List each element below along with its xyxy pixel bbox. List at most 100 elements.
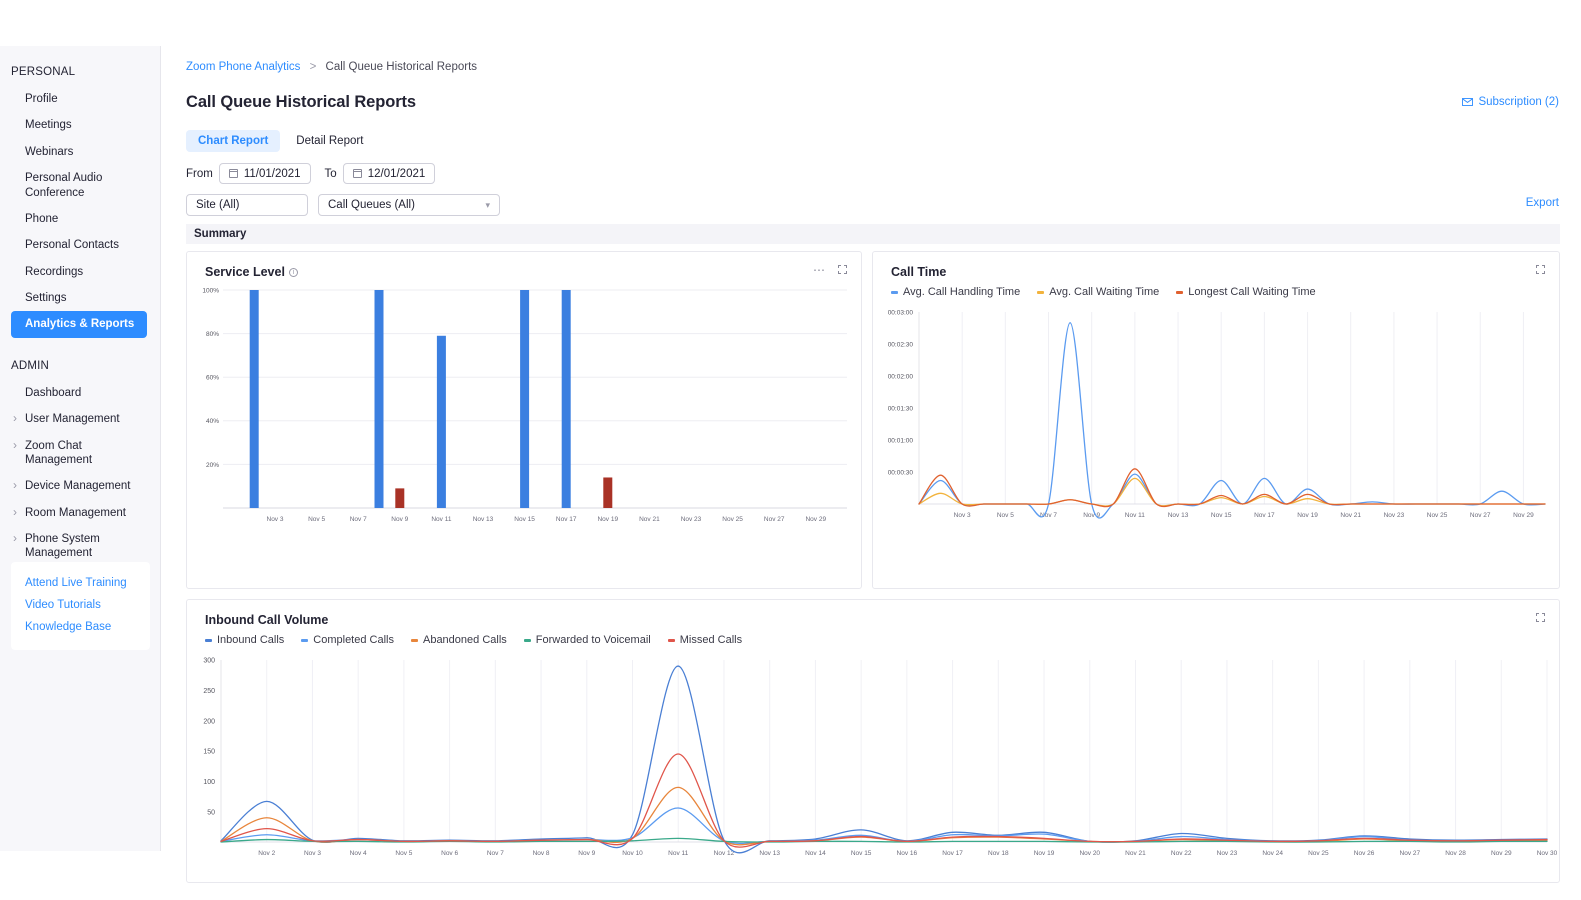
subscription-link[interactable]: Subscription (2): [1462, 96, 1559, 108]
more-icon[interactable]: ⋯: [813, 266, 826, 274]
breadcrumb-root-link[interactable]: Zoom Phone Analytics: [186, 61, 300, 73]
sidebar-item-webinars[interactable]: Webinars: [0, 139, 160, 165]
svg-text:Nov 19: Nov 19: [597, 516, 618, 523]
svg-text:Nov 29: Nov 29: [805, 516, 826, 523]
legend-item-completed-calls[interactable]: Completed Calls: [301, 634, 394, 646]
inbound-title: Inbound Call Volume: [205, 613, 328, 627]
legend-label: Longest Call Waiting Time: [1188, 286, 1315, 298]
svg-text:Nov 24: Nov 24: [1262, 850, 1283, 857]
svg-text:60%: 60%: [206, 375, 219, 382]
sidebar-group-admin-title: ADMIN: [0, 352, 160, 380]
legend-item-inbound-calls[interactable]: Inbound Calls: [205, 634, 284, 646]
call-queues-filter-select[interactable]: Call Queues (All) ▾: [318, 194, 500, 216]
sidebar-item-recordings[interactable]: Recordings: [0, 259, 160, 285]
sidebar-item-label: Device Management: [25, 480, 130, 492]
svg-text:Nov 13: Nov 13: [759, 850, 780, 857]
bar[interactable]: [437, 336, 446, 508]
svg-text:Nov 21: Nov 21: [1125, 850, 1146, 857]
chevron-down-icon: ▾: [485, 201, 490, 210]
call-time-actions: [1536, 265, 1545, 274]
expand-icon[interactable]: [1536, 265, 1545, 274]
sidebar-item-phone[interactable]: Phone: [0, 206, 160, 232]
expand-icon[interactable]: [838, 265, 847, 274]
expand-icon[interactable]: [1536, 613, 1545, 622]
bar[interactable]: [603, 477, 612, 508]
calendar-icon: [229, 169, 238, 178]
svg-text:250: 250: [203, 688, 215, 695]
sidebar-item-settings[interactable]: Settings: [0, 285, 160, 311]
svg-text:Nov 23: Nov 23: [1384, 512, 1405, 519]
svg-text:Nov 21: Nov 21: [639, 516, 660, 523]
bar[interactable]: [562, 290, 571, 508]
call-queues-filter-value: Call Queues (All): [328, 199, 415, 211]
legend-item-avg-call-waiting-time[interactable]: Avg. Call Waiting Time: [1037, 286, 1159, 298]
svg-text:Nov 17: Nov 17: [556, 516, 577, 523]
legend-label: Forwarded to Voicemail: [536, 634, 651, 646]
svg-text:00:02:00: 00:02:00: [888, 373, 914, 380]
tab-detail-report[interactable]: Detail Report: [284, 130, 375, 152]
from-label: From: [186, 168, 213, 180]
from-date-field[interactable]: 11/01/2021: [219, 163, 311, 184]
service-level-title: Service Level: [205, 265, 285, 279]
svg-text:Nov 3: Nov 3: [304, 850, 321, 857]
svg-text:Nov 27: Nov 27: [764, 516, 785, 523]
sidebar-item-label: Room Management: [25, 507, 126, 519]
legend-item-avg-call-handling-time[interactable]: Avg. Call Handling Time: [891, 286, 1020, 298]
sidebar-item-label: Zoom Chat Management: [25, 440, 92, 466]
legend-label: Abandoned Calls: [423, 634, 507, 646]
bar[interactable]: [375, 290, 384, 508]
svg-text:100: 100: [203, 779, 215, 786]
help-link-knowledge-base[interactable]: Knowledge Base: [11, 616, 150, 638]
svg-text:Nov 7: Nov 7: [487, 850, 504, 857]
sidebar-item-label: Phone System Management: [25, 533, 100, 559]
bar[interactable]: [395, 488, 404, 508]
help-link-attend-live-training[interactable]: Attend Live Training: [11, 572, 150, 594]
site-filter-select[interactable]: Site (All): [186, 194, 308, 216]
svg-text:Nov 15: Nov 15: [514, 516, 535, 523]
info-icon[interactable]: i: [289, 268, 298, 277]
sidebar-item-profile[interactable]: Profile: [0, 86, 160, 112]
export-link[interactable]: Export: [1526, 197, 1559, 209]
sidebar-item-user-management[interactable]: User Management: [0, 406, 160, 432]
svg-text:Nov 11: Nov 11: [668, 850, 688, 857]
svg-text:100%: 100%: [202, 287, 219, 294]
svg-text:00:00:30: 00:00:30: [888, 469, 914, 476]
sidebar-item-personal-audio-conference[interactable]: Personal Audio Conference: [0, 165, 160, 206]
to-date-value: 12/01/2021: [368, 168, 426, 180]
svg-text:Nov 10: Nov 10: [622, 850, 643, 857]
to-date-field[interactable]: 12/01/2021: [343, 163, 436, 184]
tab-chart-report[interactable]: Chart Report: [186, 130, 280, 152]
bar[interactable]: [250, 290, 259, 508]
summary-section-header: Summary: [186, 224, 1560, 244]
svg-text:Nov 27: Nov 27: [1470, 512, 1491, 519]
bar[interactable]: [520, 290, 529, 508]
legend-item-abandoned-calls[interactable]: Abandoned Calls: [411, 634, 507, 646]
legend-label: Avg. Call Handling Time: [903, 286, 1020, 298]
legend-item-missed-calls[interactable]: Missed Calls: [668, 634, 742, 646]
series-line: [221, 754, 1547, 847]
inbound-call-volume-card: Inbound Call Volume Inbound Calls Complet…: [186, 599, 1560, 883]
sidebar-item-meetings[interactable]: Meetings: [0, 112, 160, 138]
sidebar-item-zoom-chat-management[interactable]: Zoom Chat Management: [0, 433, 160, 474]
sidebar-item-room-management[interactable]: Room Management: [0, 500, 160, 526]
service-level-actions: ⋯: [813, 265, 847, 274]
legend-item-forwarded-to-voicemail[interactable]: Forwarded to Voicemail: [524, 634, 651, 646]
subscription-label: Subscription (2): [1478, 96, 1559, 108]
call-time-card: Call Time Avg. Call Handling TimeAvg. Ca…: [872, 251, 1560, 589]
svg-text:00:01:30: 00:01:30: [888, 405, 914, 412]
svg-text:Nov 22: Nov 22: [1171, 850, 1192, 857]
legend-swatch-icon: [205, 639, 212, 642]
sidebar-item-analytics-reports[interactable]: Analytics & Reports: [11, 311, 147, 337]
breadcrumb-current: Call Queue Historical Reports: [326, 61, 477, 73]
svg-text:Nov 19: Nov 19: [1034, 850, 1055, 857]
sidebar-item-device-management[interactable]: Device Management: [0, 473, 160, 499]
help-link-video-tutorials[interactable]: Video Tutorials: [11, 594, 150, 616]
sidebar-item-dashboard[interactable]: Dashboard: [0, 380, 160, 406]
sidebar-item-phone-system-management[interactable]: Phone System Management: [0, 526, 160, 567]
main-content: Zoom Phone Analytics > Call Queue Histor…: [161, 46, 1581, 900]
legend-item-longest-call-waiting-time[interactable]: Longest Call Waiting Time: [1176, 286, 1315, 298]
svg-text:Nov 7: Nov 7: [1040, 512, 1057, 519]
svg-text:Nov 18: Nov 18: [988, 850, 1009, 857]
sidebar-item-personal-contacts[interactable]: Personal Contacts: [0, 232, 160, 258]
inbound-call-volume-chart: Nov 2Nov 3Nov 4Nov 5Nov 6Nov 7Nov 8Nov 9…: [187, 652, 1561, 882]
